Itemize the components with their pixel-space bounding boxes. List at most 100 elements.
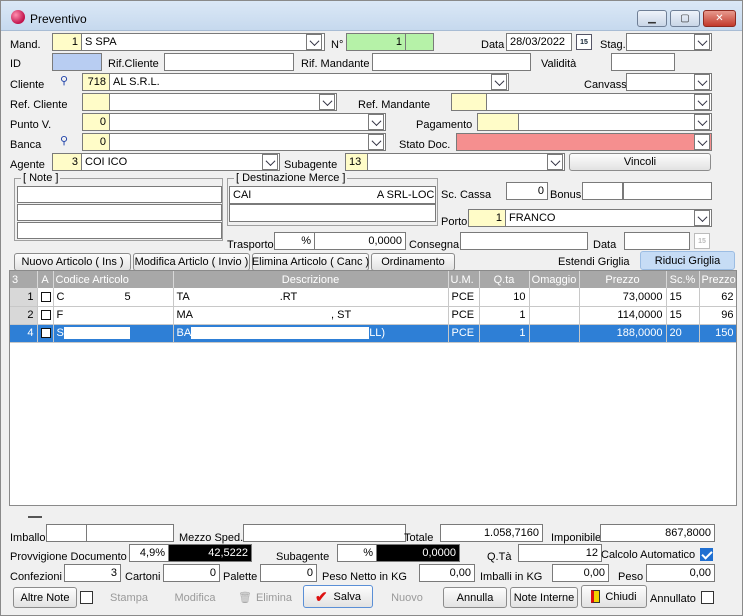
ordinamento-button[interactable]: Ordinamento <box>371 253 455 271</box>
annullato-checkbox[interactable] <box>701 591 714 604</box>
modifica-articolo-button[interactable]: Modifica Articlo ( Invio ) <box>133 253 250 271</box>
chiudi-button[interactable]: Chiudi <box>581 585 647 608</box>
row-checkbox[interactable] <box>37 324 54 343</box>
nuovo-button[interactable]: Nuovo <box>375 587 439 608</box>
pagamento-dropdown-icon[interactable] <box>694 114 710 130</box>
stag-dropdown-icon[interactable] <box>694 34 710 50</box>
pagamento-code-field[interactable] <box>477 113 519 131</box>
note-line-2[interactable] <box>17 204 222 221</box>
link-icon[interactable]: ⚲ <box>54 72 74 89</box>
close-button[interactable]: ✕ <box>703 10 736 27</box>
provvigione-pct-field[interactable]: 4,9% <box>129 544 169 562</box>
data-field[interactable]: 28/03/2022 <box>506 33 572 51</box>
vincoli-button[interactable]: Vincoli <box>569 153 711 171</box>
punto-v-name-field[interactable] <box>109 113 386 131</box>
trasporto-unit-field[interactable]: % <box>274 232 315 250</box>
calendar-icon[interactable]: 15 <box>694 233 710 249</box>
peso-field[interactable]: 0,00 <box>646 564 715 582</box>
note-interne-button[interactable]: Note Interne <box>510 587 578 608</box>
pagamento-name-field[interactable] <box>518 113 712 131</box>
bonus-field-1[interactable] <box>582 182 623 200</box>
banca-name-field[interactable] <box>109 133 386 151</box>
cliente-dropdown-icon[interactable] <box>491 74 507 90</box>
punto-v-code-field[interactable]: 0 <box>82 113 110 131</box>
annulla-button[interactable]: Annulla <box>443 587 507 608</box>
bonus-field-2[interactable] <box>623 182 712 200</box>
calcolo-automatico-checkbox[interactable] <box>700 548 713 561</box>
cliente-code-field[interactable]: 718 <box>82 73 110 91</box>
stato-doc-dropdown-icon[interactable] <box>694 134 710 150</box>
trasporto-value-field[interactable]: 0,0000 <box>314 232 406 250</box>
elimina-articolo-button[interactable]: Elimina Articolo ( Canc ) <box>252 253 369 271</box>
mezzo-sped-field[interactable] <box>243 524 406 542</box>
grid-header-prezzo-netto[interactable]: Prezzo <box>699 271 736 288</box>
splitter-handle[interactable] <box>28 516 42 518</box>
validita-field[interactable] <box>611 53 675 71</box>
grid-header-qta[interactable]: Q.ta <box>479 271 530 288</box>
imballo-code-field[interactable] <box>46 524 87 542</box>
numero-field[interactable]: 1 <box>346 33 406 51</box>
subagente-dropdown-icon[interactable] <box>547 154 563 170</box>
rif-cliente-field[interactable] <box>164 53 294 71</box>
altre-note-checkbox[interactable] <box>80 591 93 604</box>
stato-doc-select[interactable] <box>456 133 712 151</box>
mand-code-field[interactable]: 1 <box>52 33 82 51</box>
row-checkbox[interactable] <box>37 288 54 307</box>
modifica-button[interactable]: Modifica <box>163 587 227 608</box>
grid-header-a[interactable]: A <box>37 271 54 288</box>
agente-code-field[interactable]: 3 <box>52 153 82 171</box>
salva-button[interactable]: ✔ Salva <box>303 585 373 608</box>
data2-field[interactable] <box>624 232 690 250</box>
banca-code-field[interactable]: 0 <box>82 133 110 151</box>
ref-cliente-name-field[interactable] <box>109 93 337 111</box>
nuovo-articolo-button[interactable]: Nuovo Articolo ( Ins ) <box>14 253 131 271</box>
riduci-griglia-button[interactable]: Riduci Griglia <box>640 251 735 270</box>
banca-dropdown-icon[interactable] <box>368 134 384 150</box>
numero-suffix-field[interactable] <box>405 33 434 51</box>
grid-header-codice[interactable]: Codice Articolo <box>53 271 174 288</box>
consegna-field[interactable] <box>460 232 588 250</box>
porto-code-field[interactable]: 1 <box>468 209 506 227</box>
table-row[interactable]: 2 F MA , ST PCE 1 114,0000 15 96 <box>10 306 736 325</box>
imballi-field[interactable]: 0,00 <box>552 564 609 582</box>
agente-name-field[interactable]: COI ICO <box>81 153 280 171</box>
ref-mandante-dropdown-icon[interactable] <box>694 94 710 110</box>
grid-header-omaggio[interactable]: Omaggio <box>529 271 580 288</box>
agente-dropdown-icon[interactable] <box>262 154 278 170</box>
canvass-dropdown-icon[interactable] <box>694 74 710 90</box>
ref-mandante-code-field[interactable] <box>451 93 487 111</box>
porto-dropdown-icon[interactable] <box>694 210 710 226</box>
note-line-1[interactable] <box>17 186 222 203</box>
grid-header-sconto[interactable]: Sc.% <box>666 271 700 288</box>
stampa-button[interactable]: Stampa <box>97 587 161 608</box>
cliente-name-field[interactable]: AL S.R.L. <box>109 73 509 91</box>
rif-mandante-field[interactable] <box>372 53 531 71</box>
imballo-name-field[interactable] <box>86 524 174 542</box>
mand-name-field[interactable]: S SPA <box>81 33 325 51</box>
minimize-button[interactable]: ▁ <box>637 10 667 27</box>
confezioni-field[interactable]: 3 <box>64 564 121 582</box>
grid-header-um[interactable]: U.M. <box>448 271 480 288</box>
punto-v-dropdown-icon[interactable] <box>368 114 384 130</box>
grid-header-descrizione[interactable]: Descrizione <box>173 271 449 288</box>
id-field[interactable] <box>52 53 102 71</box>
destinazione-line-1[interactable]: CAI A SRL-LOC <box>229 186 436 204</box>
note-line-3[interactable] <box>17 222 222 239</box>
destinazione-line-2[interactable] <box>229 204 436 222</box>
ref-cliente-dropdown-icon[interactable] <box>319 94 335 110</box>
palette-field[interactable]: 0 <box>260 564 317 582</box>
grid-header-prezzo[interactable]: Prezzo <box>579 271 667 288</box>
maximize-button[interactable]: ▢ <box>670 10 700 27</box>
sc-cassa-field[interactable]: 0 <box>506 182 548 200</box>
elimina-button[interactable]: 🗑 Elimina <box>230 587 300 608</box>
estendi-griglia-link[interactable]: Estendi Griglia <box>558 256 630 268</box>
subagente-name-field[interactable] <box>367 153 565 171</box>
peso-netto-field[interactable]: 0,00 <box>419 564 475 582</box>
calendar-icon[interactable]: 15 <box>576 34 592 50</box>
ref-cliente-code-field[interactable] <box>82 93 110 111</box>
ref-mandante-name-field[interactable] <box>486 93 712 111</box>
subagente-code-field[interactable]: 13 <box>345 153 368 171</box>
table-row-selected[interactable]: 4 S BA LL) PCE 1 188,0000 20 150 <box>10 324 736 343</box>
cartoni-field[interactable]: 0 <box>163 564 220 582</box>
subagente-unit-field[interactable]: % <box>337 544 377 562</box>
